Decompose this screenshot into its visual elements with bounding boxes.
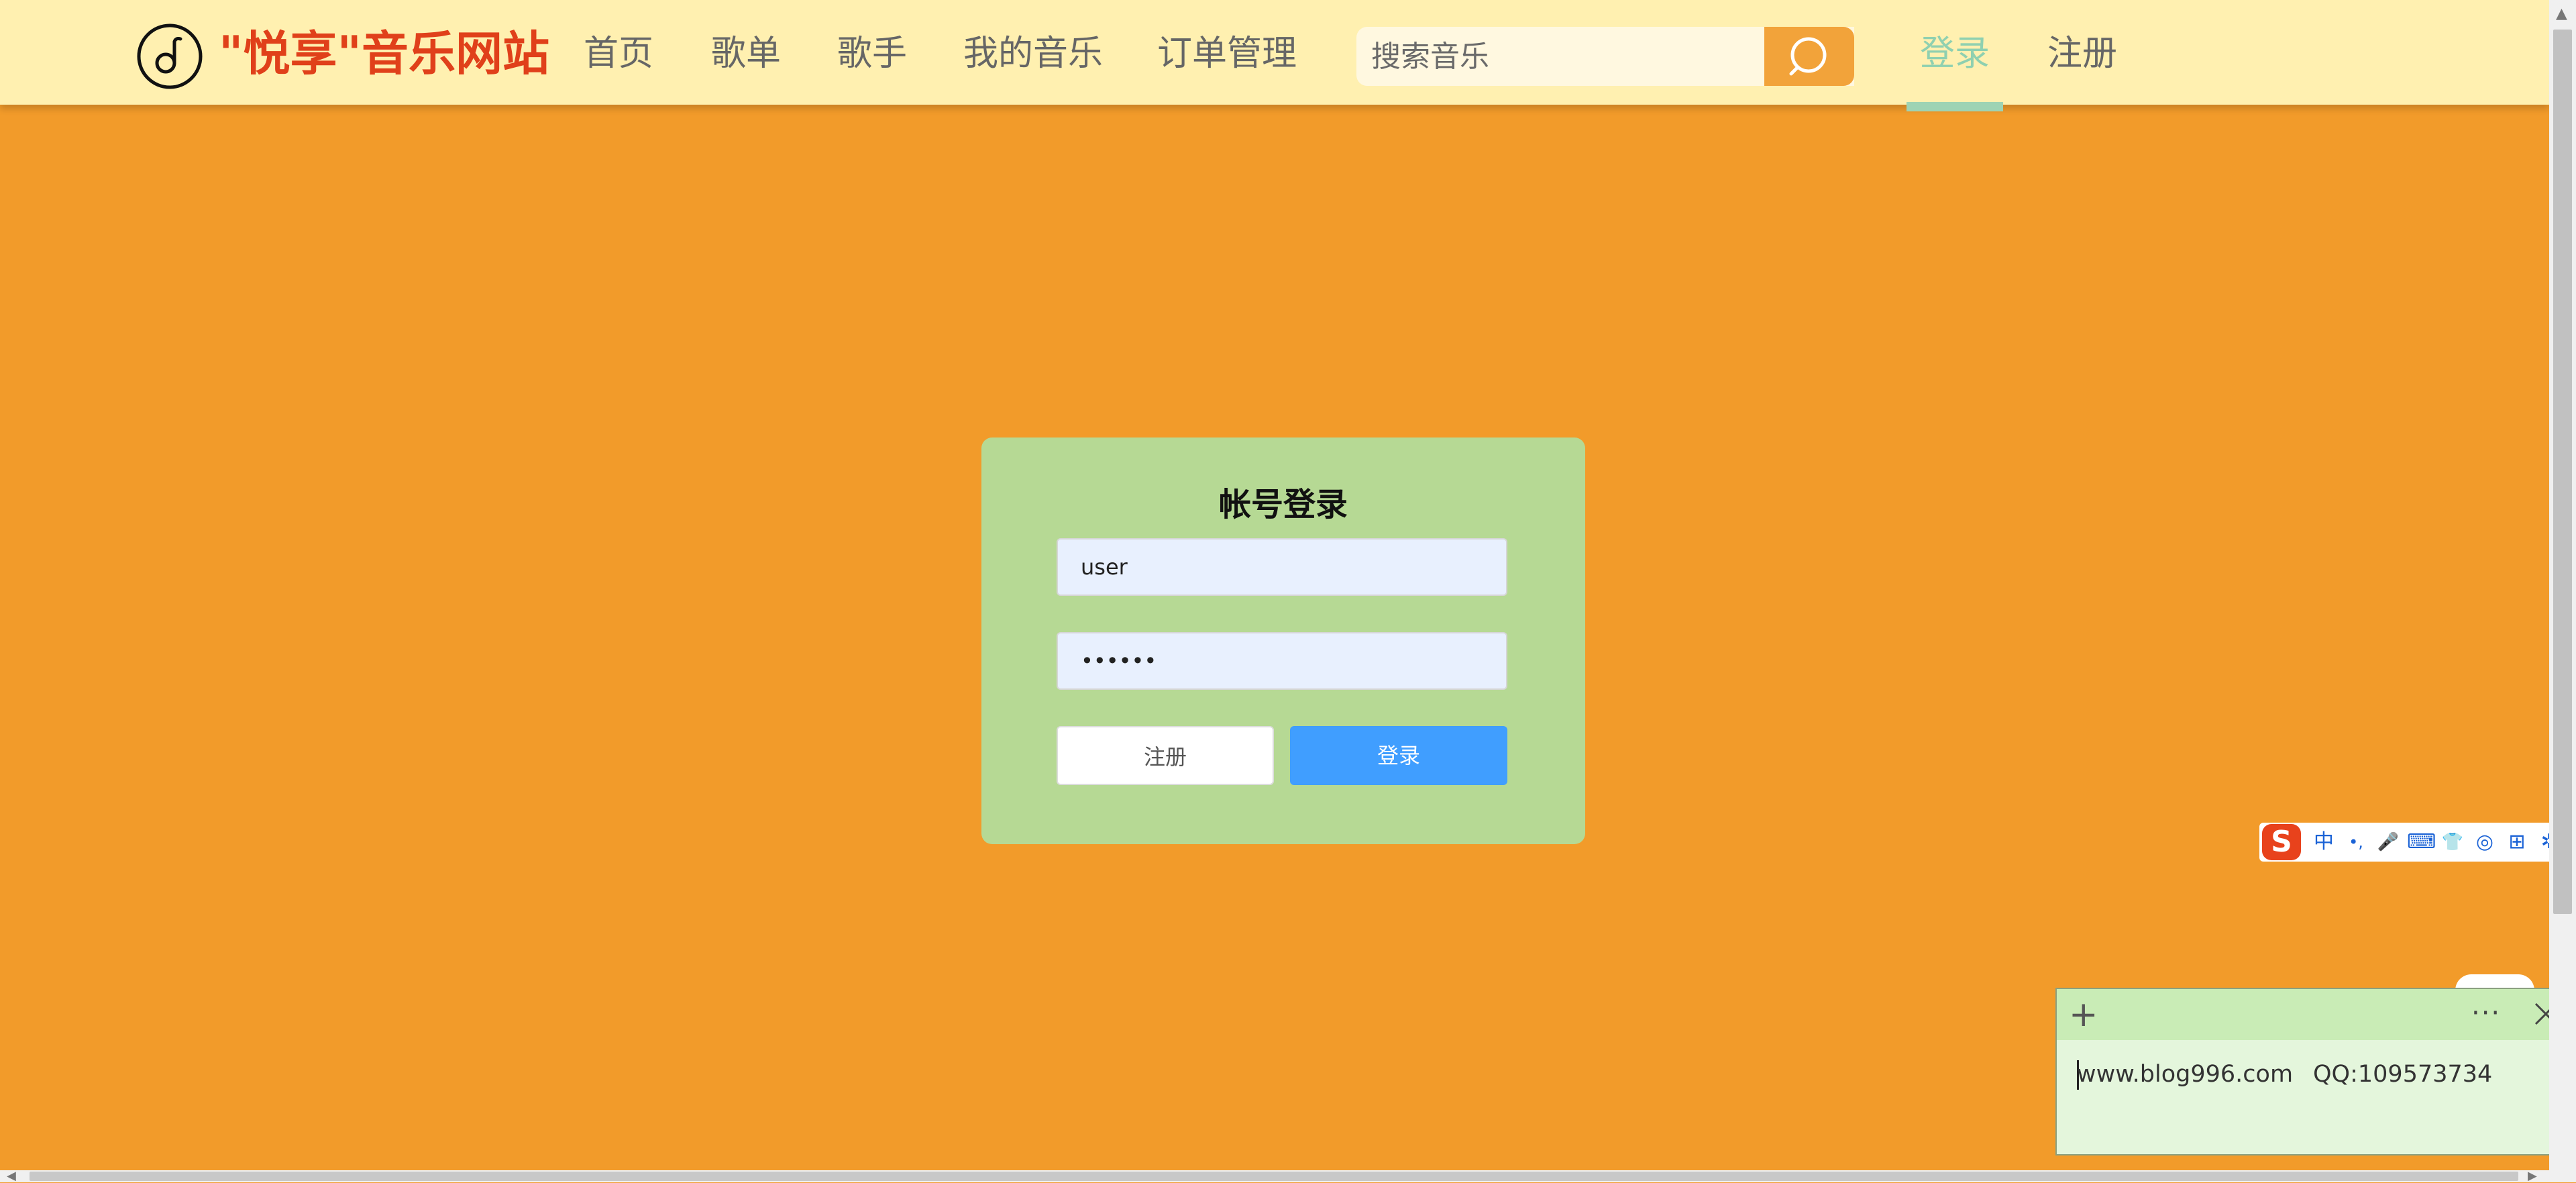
scroll-right-arrow-icon[interactable]: ▶	[2528, 1169, 2537, 1183]
horizontal-scroll-thumb[interactable]	[30, 1172, 2518, 1181]
vertical-scroll-thumb[interactable]	[2553, 30, 2572, 914]
nav-playlists[interactable]: 歌单	[711, 30, 781, 78]
nav-singers[interactable]: 歌手	[837, 30, 907, 78]
top-navbar: "悦享"音乐网站 首页 歌单 歌手 我的音乐 订单管理 登录 注册	[0, 0, 2549, 111]
sticky-note: + ··· www.blog996.com QQ:109573734	[2055, 988, 2572, 1155]
login-button[interactable]: 登录	[1290, 726, 1507, 785]
sticky-note-header: + ···	[2057, 989, 2571, 1040]
nav-order-management[interactable]: 订单管理	[1157, 30, 1297, 78]
login-card-title: 帐号登录	[1218, 486, 1348, 523]
login-link[interactable]: 登录	[1920, 30, 1990, 78]
add-note-icon[interactable]: +	[2069, 996, 2098, 1033]
login-card: 帐号登录 注册 登录	[981, 438, 1585, 844]
note-text-site[interactable]: www.blog996.com	[2077, 1058, 2293, 1091]
music-note-logo-icon	[137, 23, 203, 89]
horizontal-scrollbar[interactable]: ◀ ▶	[0, 1169, 2576, 1183]
search-button[interactable]	[1764, 27, 1854, 86]
username-field[interactable]	[1057, 538, 1507, 596]
ime-robot-icon[interactable]: ◎	[2471, 828, 2498, 856]
sogou-ime-logo-icon[interactable]: S	[2262, 824, 2301, 860]
register-button[interactable]: 注册	[1057, 726, 1274, 785]
site-name[interactable]: "悦享"音乐网站	[219, 25, 549, 82]
vertical-scrollbar[interactable]: ▲	[2549, 0, 2576, 1170]
scroll-up-arrow-icon[interactable]: ▲	[2556, 7, 2567, 21]
scroll-left-arrow-icon[interactable]: ◀	[7, 1169, 16, 1183]
more-options-icon[interactable]: ···	[2471, 994, 2501, 1032]
active-link-indicator	[1907, 102, 2003, 111]
keyboard-icon[interactable]: ⌨	[2407, 828, 2436, 856]
nav-my-music[interactable]: 我的音乐	[963, 30, 1103, 78]
ime-toolbox-icon[interactable]: ⊞	[2504, 828, 2530, 856]
microphone-icon[interactable]: 🎤	[2375, 828, 2402, 856]
nav-home[interactable]: 首页	[584, 30, 653, 78]
register-link[interactable]: 注册	[2047, 30, 2117, 78]
search-icon	[1789, 37, 1827, 76]
ime-toolbar: S 中 •, 🎤 ⌨ 👕 ◎ ⊞ ✲	[2259, 823, 2567, 862]
skin-shirt-icon[interactable]: 👕	[2439, 828, 2466, 856]
ime-punctuation-icon[interactable]: •,	[2343, 828, 2369, 856]
note-text-qq[interactable]: QQ:109573734	[2313, 1058, 2492, 1091]
ime-chinese-mode[interactable]: 中	[2310, 828, 2337, 856]
password-field[interactable]	[1057, 632, 1507, 690]
